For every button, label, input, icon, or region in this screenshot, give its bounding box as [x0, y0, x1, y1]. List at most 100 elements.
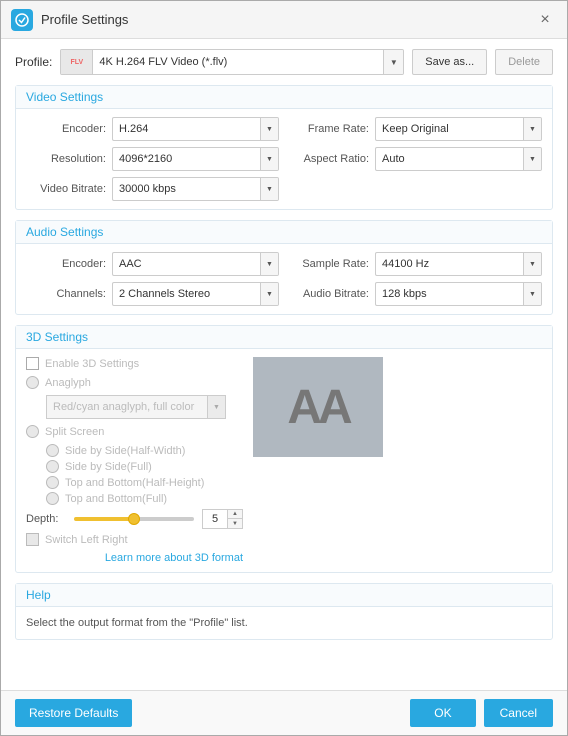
profile-format-icon: FLV — [61, 50, 93, 74]
cancel-button[interactable]: Cancel — [484, 699, 553, 727]
close-button[interactable]: × — [533, 8, 557, 32]
profile-label: Profile: — [15, 55, 52, 69]
ok-button[interactable]: OK — [410, 699, 475, 727]
split-option-label-3: Top and Bottom(Full) — [65, 493, 167, 505]
resolution-arrow[interactable]: ▼ — [260, 148, 278, 170]
sample-rate-value: 44100 Hz — [376, 258, 523, 270]
split-radio-0[interactable] — [46, 444, 59, 457]
profile-select-text: 4K H.264 FLV Video (*.flv) — [93, 56, 383, 68]
resolution-label: Resolution: — [26, 153, 106, 165]
switch-checkbox[interactable] — [26, 533, 39, 546]
aspect-ratio-select[interactable]: Auto ▼ — [375, 147, 542, 171]
footer-right: OK Cancel — [410, 699, 553, 727]
channels-row: Channels: 2 Channels Stereo ▼ — [26, 282, 279, 306]
aspect-ratio-arrow[interactable]: ▼ — [523, 148, 541, 170]
depth-spinners: ▲ ▼ — [227, 510, 242, 528]
sample-rate-label: Sample Rate: — [289, 258, 369, 270]
framerate-label: Frame Rate: — [289, 123, 369, 135]
3d-settings-header: 3D Settings — [16, 326, 552, 349]
video-settings-body: Encoder: H.264 ▼ Frame Rate: Keep Origin… — [16, 109, 552, 209]
channels-value: 2 Channels Stereo — [113, 288, 260, 300]
3d-settings-body: Enable 3D Settings Anaglyph Red/cyan ana… — [16, 349, 552, 572]
learn-more: Learn more about 3D format — [26, 550, 243, 564]
anaglyph-select-text: Red/cyan anaglyph, full color — [47, 401, 207, 413]
depth-spin-down[interactable]: ▼ — [228, 519, 242, 528]
video-settings-header: Video Settings — [16, 86, 552, 109]
split-radio-1[interactable] — [46, 460, 59, 473]
video-form-grid: Encoder: H.264 ▼ Frame Rate: Keep Origin… — [26, 117, 542, 201]
anaglyph-select: Red/cyan anaglyph, full color ▼ — [46, 395, 226, 419]
delete-button[interactable]: Delete — [495, 49, 553, 75]
3d-settings-section: 3D Settings Enable 3D Settings Anaglyp — [15, 325, 553, 573]
split-radio-2[interactable] — [46, 476, 59, 489]
3d-controls-left: Enable 3D Settings Anaglyph Red/cyan ana… — [26, 357, 243, 564]
channels-label: Channels: — [26, 288, 106, 300]
audio-encoder-arrow[interactable]: ▼ — [260, 253, 278, 275]
restore-defaults-button[interactable]: Restore Defaults — [15, 699, 132, 727]
audio-encoder-label: Encoder: — [26, 258, 106, 270]
anaglyph-radio[interactable] — [26, 376, 39, 389]
video-bitrate-arrow[interactable]: ▼ — [260, 178, 278, 200]
profile-row: Profile: FLV 4K H.264 FLV Video (*.flv) … — [15, 49, 553, 75]
split-radio-3[interactable] — [46, 492, 59, 505]
resolution-select[interactable]: 4096*2160 ▼ — [112, 147, 279, 171]
framerate-select[interactable]: Keep Original ▼ — [375, 117, 542, 141]
encoder-select[interactable]: H.264 ▼ — [112, 117, 279, 141]
split-option-label-2: Top and Bottom(Half-Height) — [65, 477, 204, 489]
help-text: Select the output format from the "Profi… — [26, 617, 248, 629]
enable-3d-row: Enable 3D Settings — [26, 357, 243, 370]
depth-label: Depth: — [26, 513, 66, 525]
save-as-button[interactable]: Save as... — [412, 49, 487, 75]
depth-number: 5 — [203, 513, 227, 525]
content-area: Profile: FLV 4K H.264 FLV Video (*.flv) … — [1, 39, 567, 690]
aspect-ratio-row: Aspect Ratio: Auto ▼ — [289, 147, 542, 171]
title-bar-text: Profile Settings — [41, 12, 533, 27]
anaglyph-select-wrap: Red/cyan anaglyph, full color ▼ — [46, 395, 243, 419]
depth-handle[interactable] — [128, 513, 140, 525]
enable-3d-checkbox[interactable] — [26, 357, 39, 370]
video-bitrate-label: Video Bitrate: — [26, 183, 106, 195]
audio-encoder-row: Encoder: AAC ▼ — [26, 252, 279, 276]
split-option-0: Side by Side(Half-Width) — [46, 444, 243, 457]
switch-row: Switch Left Right — [26, 533, 243, 546]
split-option-3: Top and Bottom(Full) — [46, 492, 243, 505]
video-bitrate-select[interactable]: 30000 kbps ▼ — [112, 177, 279, 201]
split-screen-radio[interactable] — [26, 425, 39, 438]
switch-label: Switch Left Right — [45, 534, 128, 546]
channels-select[interactable]: 2 Channels Stereo ▼ — [112, 282, 279, 306]
footer: Restore Defaults OK Cancel — [1, 690, 567, 735]
anaglyph-row: Anaglyph — [26, 376, 243, 389]
sample-rate-row: Sample Rate: 44100 Hz ▼ — [289, 252, 542, 276]
learn-more-link[interactable]: Learn more about 3D format — [105, 552, 243, 564]
video-settings-section: Video Settings Encoder: H.264 ▼ Frame Ra… — [15, 85, 553, 210]
3d-preview-right: AA — [253, 357, 383, 564]
channels-arrow[interactable]: ▼ — [260, 283, 278, 305]
encoder-value: H.264 — [113, 123, 260, 135]
audio-encoder-value: AAC — [113, 258, 260, 270]
split-option-1: Side by Side(Full) — [46, 460, 243, 473]
sample-rate-select[interactable]: 44100 Hz ▼ — [375, 252, 542, 276]
audio-bitrate-select[interactable]: 128 kbps ▼ — [375, 282, 542, 306]
depth-spin-up[interactable]: ▲ — [228, 510, 242, 519]
split-screen-row: Split Screen — [26, 425, 243, 438]
encoder-arrow[interactable]: ▼ — [260, 118, 278, 140]
enable-3d-label: Enable 3D Settings — [45, 358, 139, 370]
depth-slider[interactable] — [74, 517, 194, 521]
profile-select[interactable]: FLV 4K H.264 FLV Video (*.flv) ▼ — [60, 49, 404, 75]
video-bitrate-value: 30000 kbps — [113, 183, 260, 195]
audio-form-grid: Encoder: AAC ▼ Sample Rate: 44100 Hz ▼ — [26, 252, 542, 306]
encoder-label: Encoder: — [26, 123, 106, 135]
profile-dropdown-arrow[interactable]: ▼ — [383, 50, 403, 74]
sample-rate-arrow[interactable]: ▼ — [523, 253, 541, 275]
framerate-value: Keep Original — [376, 123, 523, 135]
audio-encoder-select[interactable]: AAC ▼ — [112, 252, 279, 276]
split-option-label-1: Side by Side(Full) — [65, 461, 152, 473]
resolution-row: Resolution: 4096*2160 ▼ — [26, 147, 279, 171]
split-option-2: Top and Bottom(Half-Height) — [46, 476, 243, 489]
framerate-arrow[interactable]: ▼ — [523, 118, 541, 140]
empty-cell — [289, 177, 542, 201]
audio-bitrate-arrow[interactable]: ▼ — [523, 283, 541, 305]
anaglyph-arrow: ▼ — [207, 396, 225, 418]
3d-inner: Enable 3D Settings Anaglyph Red/cyan ana… — [26, 357, 383, 564]
video-bitrate-row: Video Bitrate: 30000 kbps ▼ — [26, 177, 279, 201]
